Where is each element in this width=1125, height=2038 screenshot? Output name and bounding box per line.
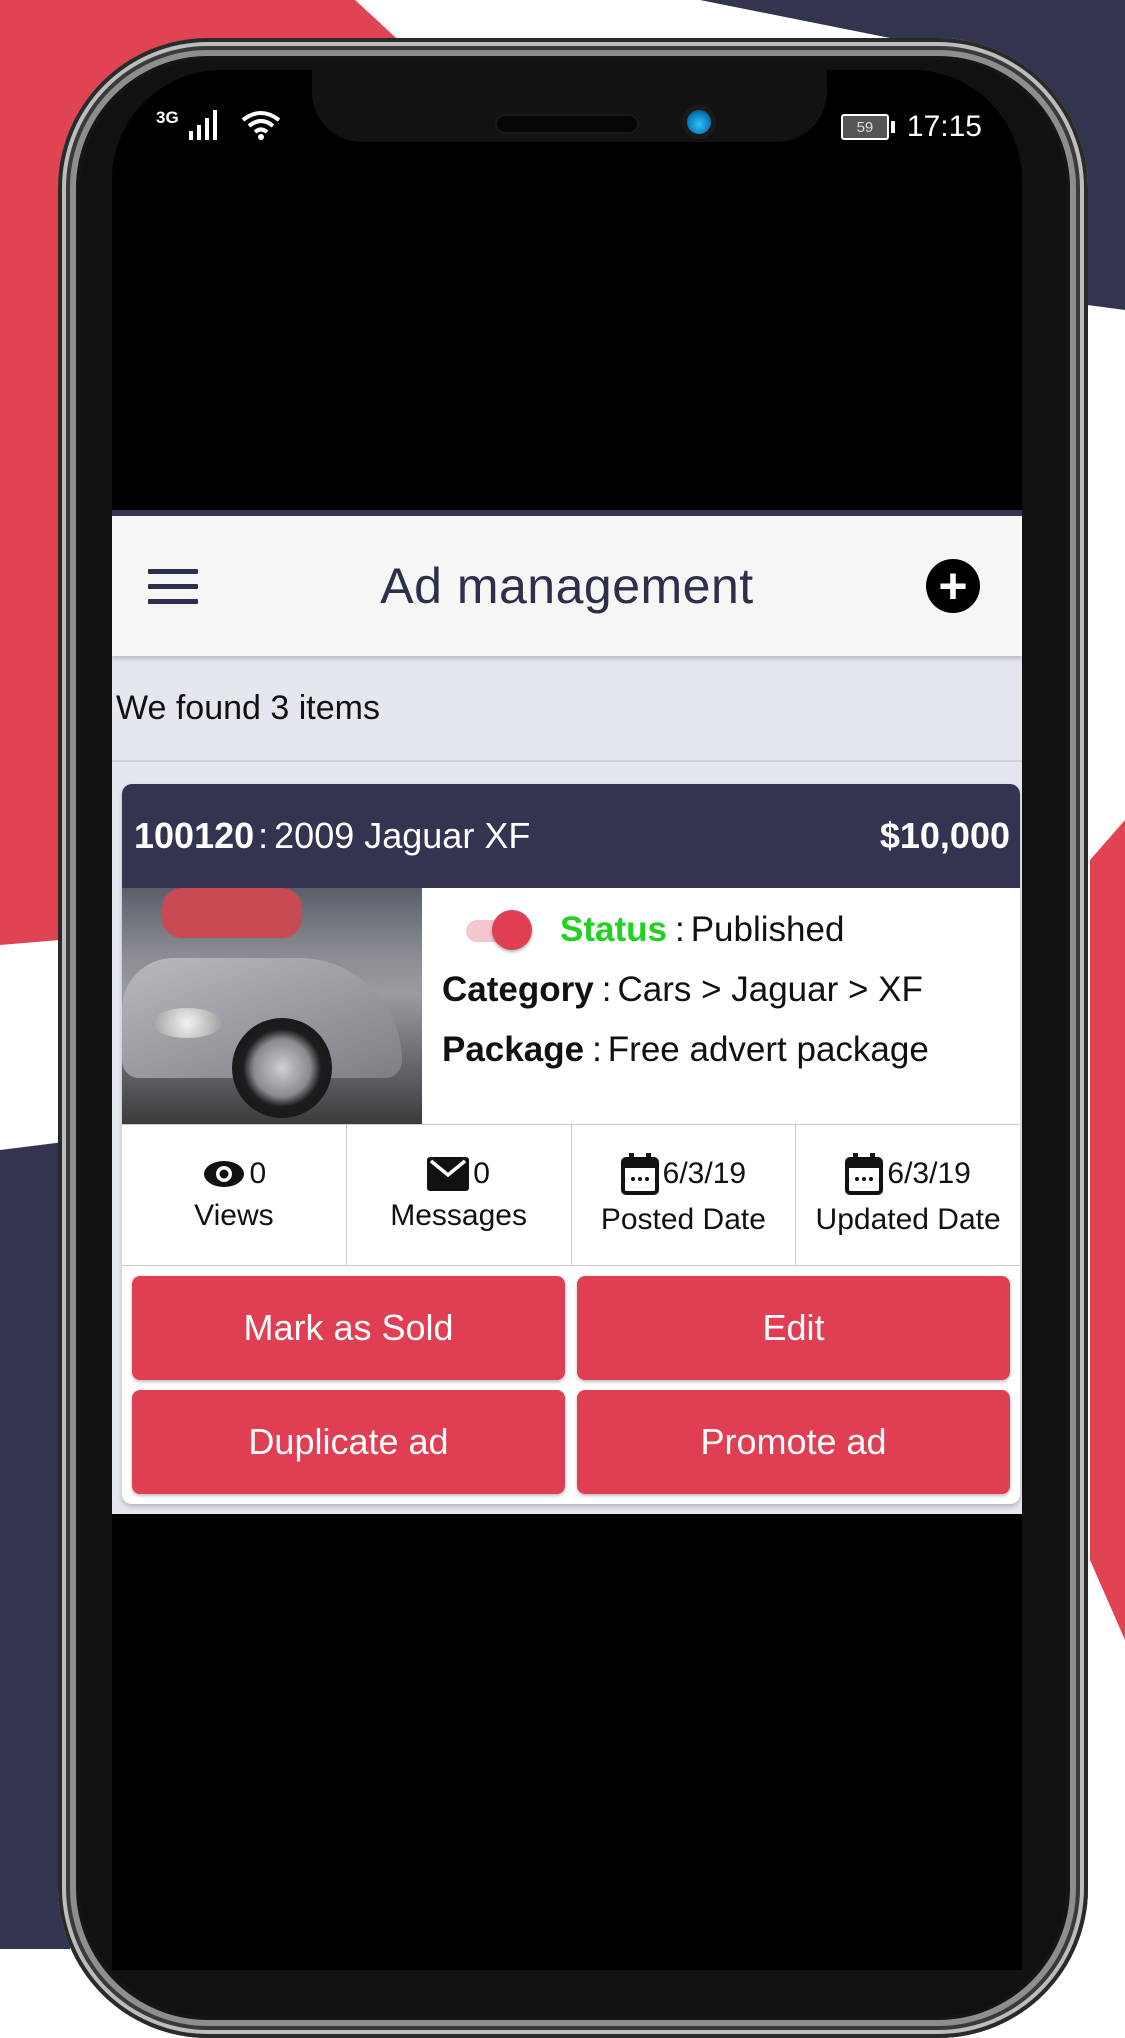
status-label: Status — [560, 910, 667, 949]
network-type: 3G — [156, 108, 179, 127]
colon: : — [674, 910, 685, 949]
promote-ad-button[interactable]: Promote ad — [577, 1390, 1010, 1494]
status-bar-left: 3G — [156, 108, 281, 140]
ad-title: 100120:2009 Jaguar XF — [134, 815, 530, 857]
results-summary-bar: We found 3 items — [112, 656, 1022, 762]
wifi-icon — [241, 111, 280, 140]
phone-screen: 3G 59 17:15 Ad management + We found 3 i… — [112, 70, 1022, 1970]
clock: 17:15 — [906, 110, 982, 143]
colon: : — [592, 1030, 602, 1069]
stat-posted-date: 6/3/19 Posted Date — [572, 1125, 797, 1265]
status-toggle[interactable] — [462, 910, 532, 950]
ad-actions: Mark as Sold Edit Duplicate ad Promote a… — [122, 1266, 1020, 1504]
notch — [312, 70, 827, 142]
calendar-icon — [845, 1153, 884, 1195]
duplicate-ad-button[interactable]: Duplicate ad — [132, 1390, 565, 1494]
status-row: Status : Published — [442, 910, 1020, 950]
stat-updated-date: 6/3/19 Updated Date — [796, 1125, 1020, 1265]
edit-button[interactable]: Edit — [577, 1276, 1010, 1380]
posted-date-label: Posted Date — [600, 1203, 766, 1236]
category-value: Cars > Jaguar > XF — [617, 970, 923, 1009]
ad-price: $10,000 — [879, 815, 1010, 856]
status-value: Published — [690, 910, 845, 949]
category-label: Category — [442, 970, 594, 1009]
stat-views: 0 Views — [122, 1125, 347, 1265]
package-value: Free advert package — [607, 1030, 929, 1069]
hamburger-icon[interactable] — [148, 568, 198, 604]
envelope-icon — [427, 1157, 470, 1191]
ad-card: 100120:2009 Jaguar XF $10,000 Status: P… — [122, 784, 1020, 1504]
battery-level: 59 — [856, 118, 874, 136]
plus-icon: + — [938, 558, 968, 614]
front-camera — [687, 110, 711, 134]
package-row: Package : Free advert package — [442, 1030, 1020, 1070]
app-bar: Ad management + — [112, 516, 1022, 656]
package-label: Package — [442, 1030, 585, 1069]
speaker-grille — [497, 116, 637, 132]
updated-date-value: 6/3/19 — [887, 1157, 971, 1190]
results-summary: We found 3 items — [116, 688, 380, 727]
ad-list: 100120:2009 Jaguar XF $10,000 Status: P… — [112, 762, 1022, 1514]
ad-id: 100120 — [134, 815, 255, 856]
updated-date-label: Updated Date — [815, 1203, 1001, 1236]
add-ad-button[interactable]: + — [926, 559, 980, 613]
ad-stats: 0 Views 0 Messages 6/3/19 Posted Date 6/… — [122, 1125, 1020, 1266]
messages-label: Messages — [390, 1199, 527, 1232]
battery-icon: 59 — [840, 114, 895, 140]
ad-name: 2009 Jaguar XF — [274, 815, 531, 856]
signal-icon — [188, 110, 217, 140]
views-label: Views — [194, 1199, 274, 1232]
stat-messages: 0 Messages — [347, 1125, 572, 1265]
views-count: 0 — [249, 1157, 267, 1190]
ad-details: Status : Published Category : Cars > Jag… — [422, 888, 1020, 1124]
page-title: Ad management — [380, 558, 754, 614]
ad-card-body: Status : Published Category : Cars > Jag… — [122, 888, 1020, 1125]
calendar-icon — [620, 1153, 659, 1195]
ad-id-separator: : — [258, 815, 269, 856]
messages-count: 0 — [473, 1157, 490, 1190]
ad-card-header[interactable]: 100120:2009 Jaguar XF $10,000 — [122, 784, 1020, 888]
eye-icon — [203, 1161, 244, 1187]
posted-date-value: 6/3/19 — [662, 1157, 747, 1190]
mark-as-sold-button[interactable]: Mark as Sold — [132, 1276, 565, 1380]
category-row: Category : Cars > Jaguar > XF — [442, 970, 1020, 1010]
app-content: Ad management + We found 3 items 100120:… — [112, 510, 1022, 1514]
status-bar-right: 59 17:15 — [840, 110, 982, 144]
ad-thumbnail[interactable] — [122, 888, 422, 1124]
colon: : — [601, 970, 612, 1009]
